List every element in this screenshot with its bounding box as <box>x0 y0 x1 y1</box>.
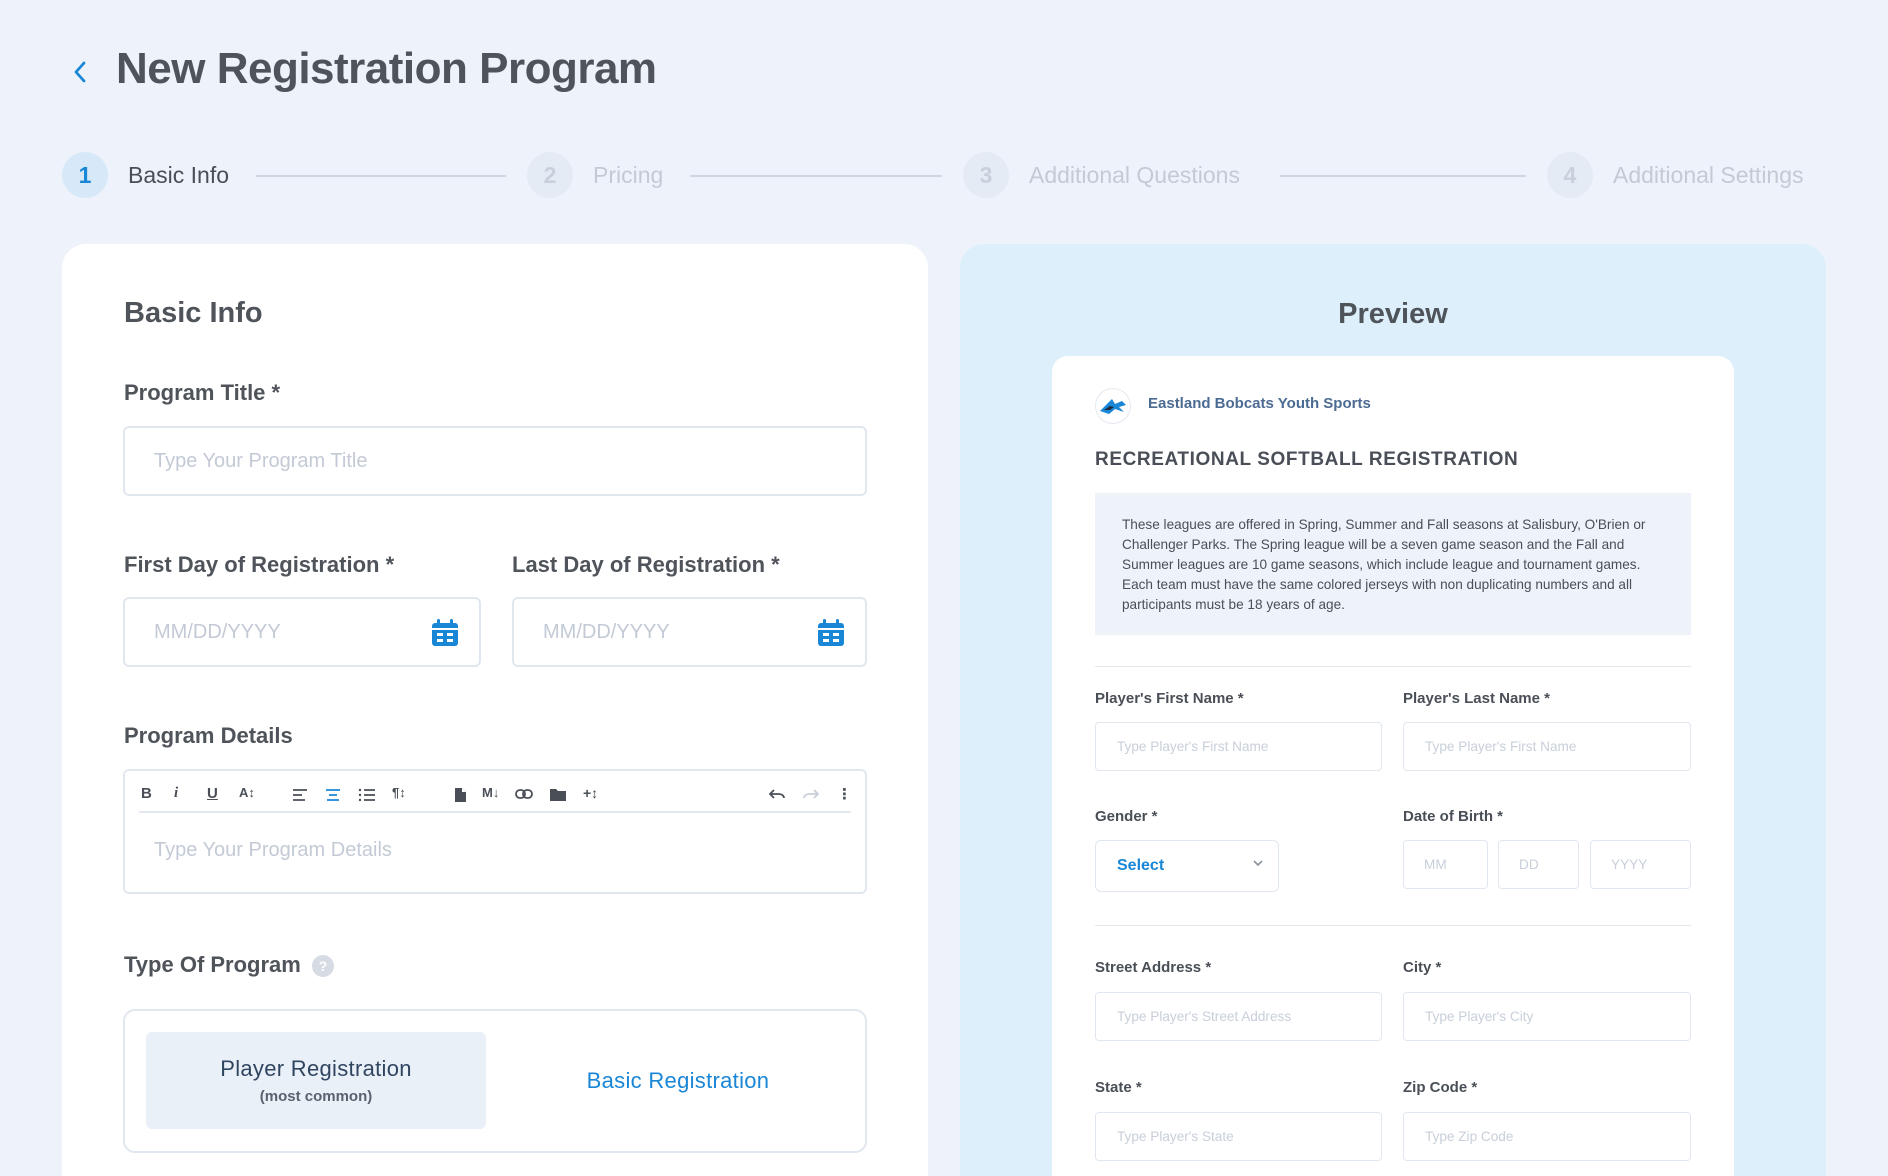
player-first-name-input[interactable]: Type Player's First Name <box>1095 722 1382 771</box>
form-title: RECREATIONAL SOFTBALL REGISTRATION <box>1095 449 1519 470</box>
link-icon[interactable] <box>515 788 533 800</box>
zip-code-label: Zip Code * <box>1403 1079 1478 1096</box>
first-day-input[interactable]: MM/DD/YYYY <box>123 597 481 667</box>
preview-title: Preview <box>1338 298 1448 330</box>
font-size-button[interactable]: A↕ <box>239 785 255 800</box>
street-address-label: Street Address * <box>1095 959 1212 976</box>
org-name: Eastland Bobcats Youth Sports <box>1148 395 1371 412</box>
markdown-button[interactable]: M↓ <box>482 785 499 800</box>
dob-year-input[interactable]: YYYY <box>1590 840 1691 889</box>
program-type-selector: Player Registration (most common) Basic … <box>123 1009 867 1153</box>
city-input[interactable]: Type Player's City <box>1403 992 1691 1041</box>
step-label: Additional Questions <box>1029 161 1240 188</box>
underline-button[interactable]: U <box>207 785 218 802</box>
state-label: State * <box>1095 1079 1142 1096</box>
step-label: Pricing <box>593 161 664 188</box>
section-title: Basic Info <box>124 297 263 329</box>
dob-label: Date of Birth * <box>1403 808 1504 825</box>
player-registration-sublabel: (most common) <box>259 1088 373 1105</box>
divider <box>1095 925 1691 926</box>
preview-panel: Preview Eastland Bobcats Youth Sports RE… <box>960 244 1826 1176</box>
align-left-icon[interactable] <box>292 788 308 802</box>
player-registration-option[interactable]: Player Registration (most common) <box>146 1032 486 1129</box>
align-center-icon[interactable] <box>325 788 341 802</box>
chevron-down-icon <box>1253 860 1263 867</box>
basic-registration-option[interactable]: Basic Registration <box>508 1032 848 1129</box>
calendar-icon[interactable] <box>429 617 461 649</box>
step-pricing[interactable]: 2 Pricing <box>527 152 663 198</box>
form-description: These leagues are offered in Spring, Sum… <box>1095 493 1691 635</box>
paragraph-button[interactable]: ¶↕ <box>392 785 406 800</box>
bobcat-logo-icon <box>1100 399 1126 414</box>
gender-select[interactable]: Select <box>1095 840 1279 892</box>
program-details-editor[interactable]: B i U A↕ ¶↕ M↓ +↕ ⋮ Type Your Program De… <box>123 769 867 894</box>
program-details-placeholder: Type Your Program Details <box>154 839 392 861</box>
gender-label: Gender * <box>1095 808 1158 825</box>
back-button[interactable] <box>68 55 92 89</box>
city-label: City * <box>1403 959 1442 976</box>
last-day-label: Last Day of Registration * <box>512 552 780 577</box>
chevron-left-icon <box>74 61 86 83</box>
step-basic-info[interactable]: 1 Basic Info <box>62 152 229 198</box>
program-details-label: Program Details <box>124 723 293 748</box>
step-label: Additional Settings <box>1613 161 1804 188</box>
last-day-input[interactable]: MM/DD/YYYY <box>512 597 867 667</box>
bold-button[interactable]: B <box>141 785 152 802</box>
step-connector <box>1280 175 1526 177</box>
help-icon[interactable]: ? <box>312 955 334 977</box>
last-day-placeholder: MM/DD/YYYY <box>543 620 670 643</box>
step-additional-settings[interactable]: 4 Additional Settings <box>1547 152 1804 198</box>
type-of-program-label: Type Of Program <box>124 952 301 977</box>
step-additional-questions[interactable]: 3 Additional Questions <box>963 152 1240 198</box>
zip-code-input[interactable]: Type Zip Code <box>1403 1112 1691 1161</box>
dob-month-input[interactable]: MM <box>1403 840 1488 889</box>
document-icon[interactable] <box>452 787 468 803</box>
first-day-placeholder: MM/DD/YYYY <box>154 620 281 643</box>
italic-button[interactable]: i <box>174 785 178 802</box>
step-connector <box>256 175 506 177</box>
player-registration-label: Player Registration <box>220 1056 412 1081</box>
last-name-label: Player's Last Name * <box>1403 690 1550 707</box>
more-options-button[interactable]: ⋮ <box>837 785 852 803</box>
insert-button[interactable]: +↕ <box>583 785 598 801</box>
org-logo <box>1095 388 1131 424</box>
program-title-label: Program Title * <box>124 380 281 405</box>
street-address-input[interactable]: Type Player's Street Address <box>1095 992 1382 1041</box>
gender-select-value: Select <box>1117 857 1165 874</box>
first-name-label: Player's First Name * <box>1095 690 1244 707</box>
numbered-list-icon[interactable] <box>358 788 376 802</box>
preview-form-card: Eastland Bobcats Youth Sports RECREATION… <box>1052 356 1734 1176</box>
step-number: 4 <box>1547 152 1593 198</box>
first-day-label: First Day of Registration * <box>124 552 395 577</box>
step-number: 1 <box>62 152 108 198</box>
step-number: 2 <box>527 152 573 198</box>
player-last-name-input[interactable]: Type Player's First Name <box>1403 722 1691 771</box>
dob-day-input[interactable]: DD <box>1498 840 1579 889</box>
divider <box>1095 666 1691 667</box>
calendar-icon[interactable] <box>815 617 847 649</box>
state-input[interactable]: Type Player's State <box>1095 1112 1382 1161</box>
step-label: Basic Info <box>128 161 229 188</box>
basic-info-card: Basic Info Program Title * Type Your Pro… <box>62 244 928 1176</box>
folder-icon[interactable] <box>549 787 567 802</box>
program-title-input[interactable]: Type Your Program Title <box>123 426 867 496</box>
step-number: 3 <box>963 152 1009 198</box>
redo-icon[interactable] <box>803 788 819 800</box>
editor-toolbar: B i U A↕ ¶↕ M↓ +↕ ⋮ <box>139 779 852 813</box>
undo-icon[interactable] <box>769 788 785 800</box>
step-connector <box>690 175 942 177</box>
page-title: New Registration Program <box>116 44 657 93</box>
